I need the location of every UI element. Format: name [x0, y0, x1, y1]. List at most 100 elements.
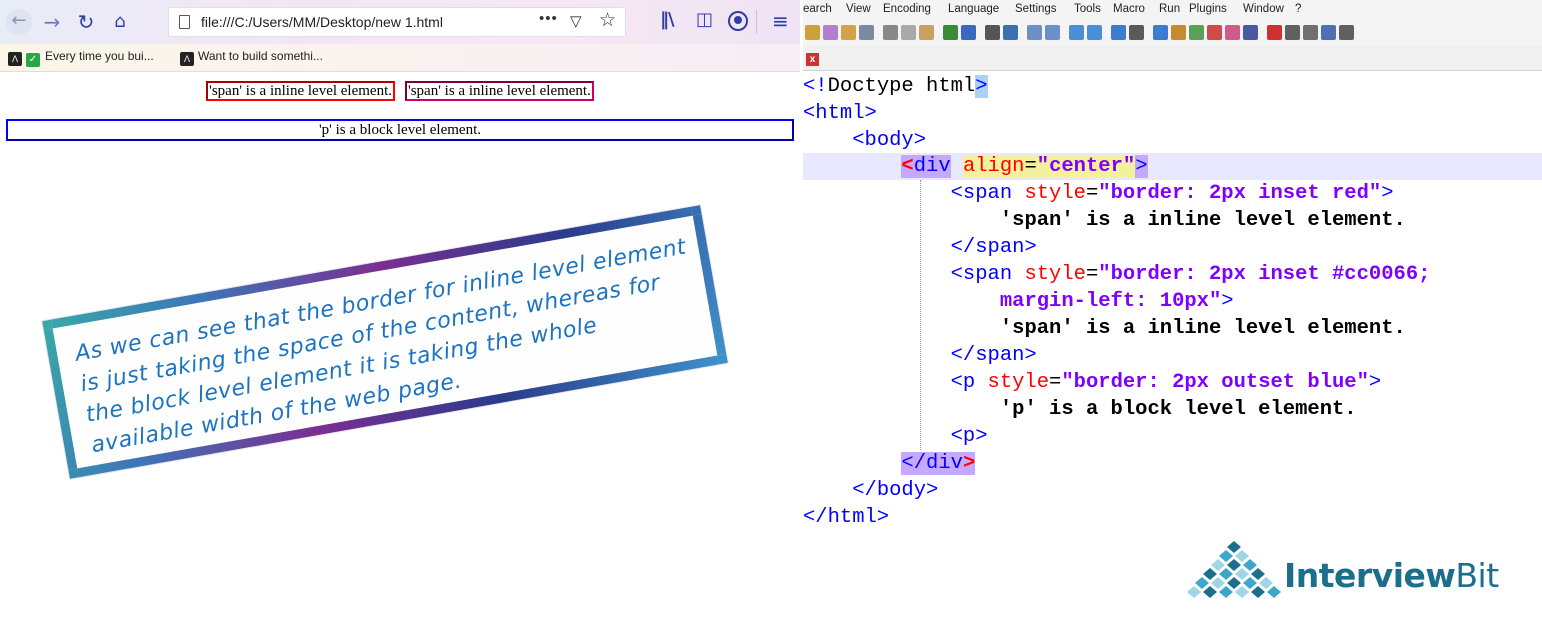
undo-icon[interactable]: [943, 25, 958, 40]
interviewbit-favicon-icon: Λ: [8, 52, 22, 66]
logo-diamond: [1211, 577, 1225, 589]
menu-search[interactable]: earch: [803, 3, 832, 15]
print-icon[interactable]: [859, 25, 874, 40]
indent-guide-icon[interactable]: [1153, 25, 1168, 40]
url-bar[interactable]: file:///C:/Users/MM/Desktop/new 1.html •…: [168, 7, 626, 37]
account-icon[interactable]: [728, 11, 748, 31]
zoom-out-icon[interactable]: [1045, 25, 1060, 40]
checkbox-favicon-icon: ✓: [26, 53, 40, 67]
menu-help[interactable]: ?: [1295, 3, 1301, 15]
page-icon: [179, 15, 190, 29]
logo-diamond: [1211, 559, 1225, 571]
browser-toolbar: ← → ↻ ⌂ file:///C:/Users/MM/Desktop/new …: [0, 0, 800, 44]
stop-macro-icon[interactable]: [1285, 25, 1300, 40]
bookmark-item[interactable]: Λ Want to build somethi...: [180, 49, 323, 66]
paste-icon[interactable]: [919, 25, 934, 40]
back-arrow-icon[interactable]: ←: [6, 9, 32, 35]
menu-macro[interactable]: Macro: [1113, 3, 1145, 15]
logo-diamond: [1235, 550, 1249, 562]
logo-diamond: [1235, 586, 1249, 598]
code-line: <span style="border: 2px inset #cc0066;: [950, 263, 1431, 286]
logo-diamond: [1227, 541, 1241, 553]
pocket-icon[interactable]: ▽: [570, 12, 588, 30]
logo-diamond: [1251, 586, 1265, 598]
cut-icon[interactable]: [883, 25, 898, 40]
bookmark-item[interactable]: Λ ✓ Every time you bui...: [8, 49, 154, 67]
toolbar-separator: [756, 10, 757, 34]
code-line: <body>: [852, 129, 927, 152]
library-icon[interactable]: ‖\: [660, 9, 675, 30]
find-icon[interactable]: [985, 25, 1000, 40]
code-line: <p style="border: 2px outset blue">: [950, 371, 1382, 394]
notepad-plus-plus-window: earch View Encoding Language Settings To…: [803, 0, 1542, 540]
copy-icon[interactable]: [901, 25, 916, 40]
browser-window: ← → ↻ ⌂ file:///C:/Users/MM/Desktop/new …: [0, 0, 800, 540]
menu-window[interactable]: Window: [1243, 3, 1284, 15]
code-line: </span>: [950, 236, 1037, 259]
menu-encoding[interactable]: Encoding: [883, 3, 931, 15]
code-line: 'span' is a inline level element.: [999, 317, 1406, 340]
menu-language[interactable]: Language: [948, 3, 999, 15]
home-icon[interactable]: ⌂: [108, 10, 132, 34]
menu-view[interactable]: View: [846, 3, 871, 15]
interviewbit-logo: InterviewBit: [1186, 540, 1516, 610]
logo-diamond: [1219, 586, 1233, 598]
replace-icon[interactable]: [1003, 25, 1018, 40]
forward-arrow-icon[interactable]: →: [40, 10, 64, 34]
logo-diamond: [1203, 568, 1217, 580]
code-area[interactable]: <!Doctype html> <html> <body> <div align…: [803, 73, 1542, 540]
bookmark-label: Every time you bui...: [45, 49, 154, 63]
page-actions-icon[interactable]: •••: [539, 10, 558, 27]
logo-diamond: [1267, 586, 1281, 598]
inline-span-red: 'span' is a inline level element.: [206, 81, 395, 101]
run-macro-multiple-icon[interactable]: [1321, 25, 1336, 40]
menu-run[interactable]: Run: [1159, 3, 1180, 15]
play-macro-icon[interactable]: [1303, 25, 1318, 40]
code-line: <div align="center">: [901, 155, 1148, 178]
logo-diamond: [1235, 568, 1249, 580]
bookmarks-bar: Λ ✓ Every time you bui... Λ Want to build s…: [0, 44, 800, 72]
hamburger-menu-icon[interactable]: ≡: [772, 9, 789, 33]
close-tab-icon[interactable]: x: [806, 53, 819, 66]
logo-diamond: [1187, 586, 1201, 598]
new-file-icon[interactable]: [805, 25, 820, 40]
code-line: </span>: [950, 344, 1037, 367]
code-line: 'span' is a inline level element.: [999, 209, 1406, 232]
code-line: <html>: [803, 102, 877, 125]
logo-diamond: [1227, 577, 1241, 589]
sync-vertical-icon[interactable]: [1069, 25, 1084, 40]
function-list-icon[interactable]: [1189, 25, 1204, 40]
centered-div: 'span' is a inline level element. 'span' …: [0, 81, 800, 101]
monitoring-icon[interactable]: [1225, 25, 1240, 40]
sync-horizontal-icon[interactable]: [1087, 25, 1102, 40]
logo-diamond: [1219, 550, 1233, 562]
logo-wordmark: InterviewBit: [1284, 556, 1499, 595]
folder-workspace-icon[interactable]: [1207, 25, 1222, 40]
eye-icon[interactable]: [1243, 25, 1258, 40]
code-line: </body>: [852, 479, 939, 502]
bookmark-label: Want to build somethi...: [198, 49, 323, 63]
record-macro-icon[interactable]: [1267, 25, 1282, 40]
menu-plugins[interactable]: Plugins: [1189, 3, 1227, 15]
menu-tools[interactable]: Tools: [1074, 3, 1101, 15]
open-file-icon[interactable]: [823, 25, 838, 40]
editor-toolbar: [803, 20, 1542, 46]
editor-tabbar: x: [803, 46, 1542, 71]
code-line: <span style="border: 2px inset red">: [950, 182, 1394, 205]
url-text[interactable]: file:///C:/Users/MM/Desktop/new 1.html: [201, 14, 443, 30]
word-wrap-icon[interactable]: [1111, 25, 1126, 40]
show-all-chars-icon[interactable]: [1129, 25, 1144, 40]
menu-settings[interactable]: Settings: [1015, 3, 1057, 15]
logo-diamond: [1227, 559, 1241, 571]
redo-icon[interactable]: [961, 25, 976, 40]
save-icon[interactable]: [841, 25, 856, 40]
interviewbit-favicon-icon: Λ: [180, 52, 194, 66]
save-macro-icon[interactable]: [1339, 25, 1354, 40]
logo-diamond: [1259, 577, 1273, 589]
bookmark-star-icon[interactable]: ☆: [599, 9, 616, 32]
logo-diamond: [1251, 568, 1265, 580]
reload-icon[interactable]: ↻: [74, 10, 98, 34]
sidebar-icon[interactable]: ◫: [696, 9, 713, 30]
zoom-in-icon[interactable]: [1027, 25, 1042, 40]
doc-map-icon[interactable]: [1171, 25, 1186, 40]
